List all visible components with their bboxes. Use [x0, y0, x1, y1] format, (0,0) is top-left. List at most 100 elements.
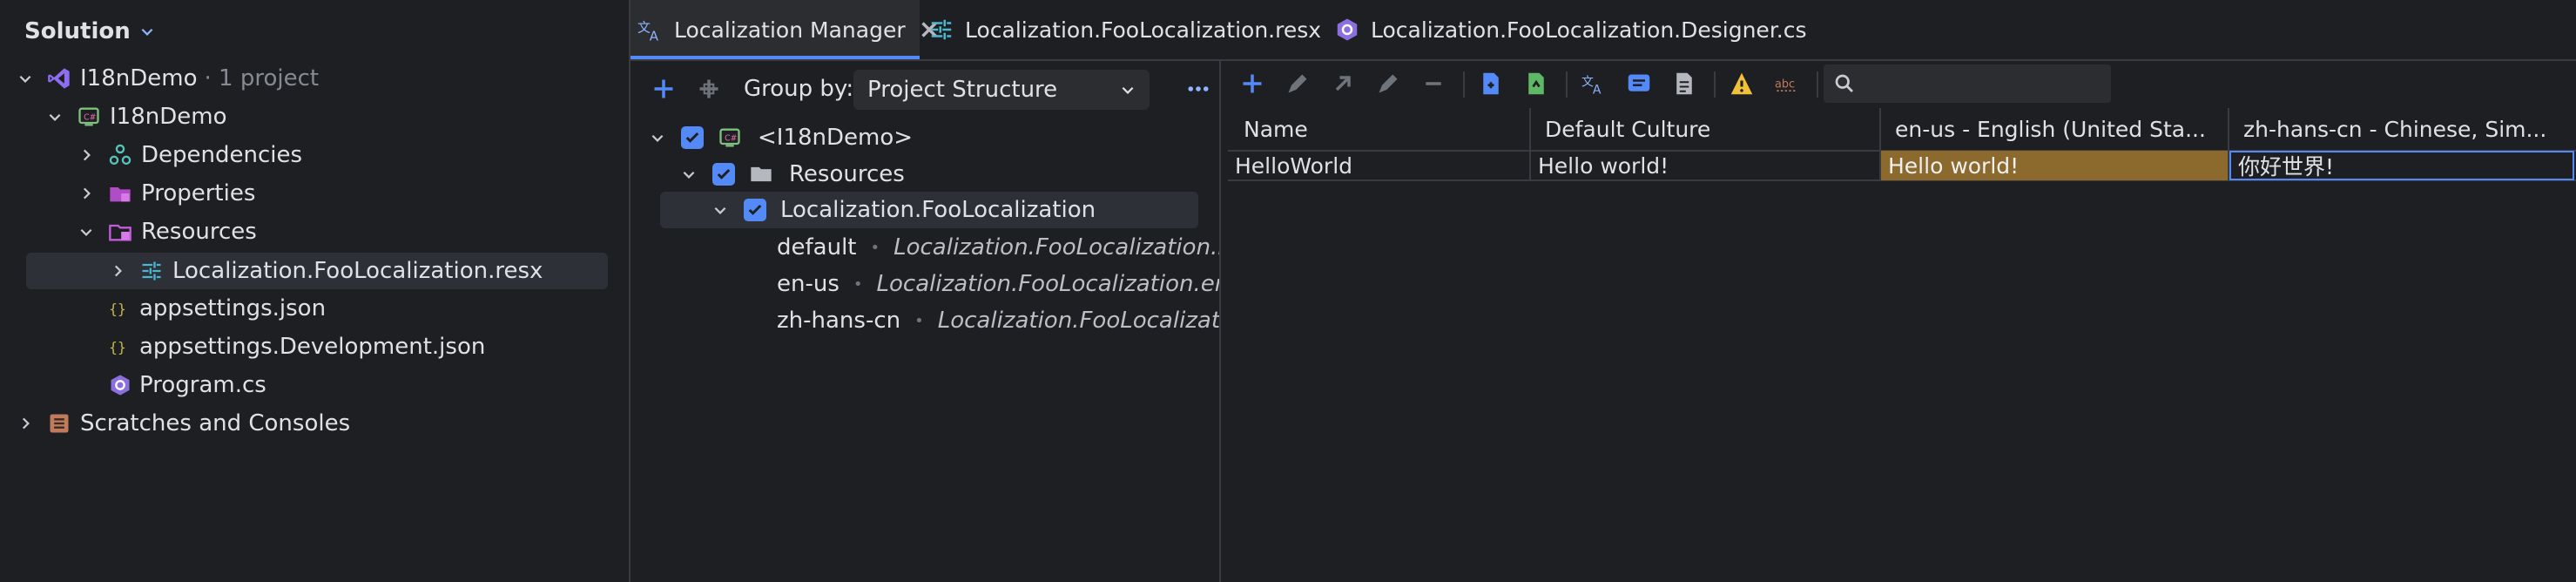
culture-item-zh-hans-cn[interactable]: zh-hans-cn • Localization.FooLocalizatio… — [777, 305, 1219, 336]
chevron-down-icon[interactable] — [12, 65, 38, 91]
json-file-icon: {} — [105, 293, 136, 324]
csharp-project-icon: C# — [714, 122, 745, 153]
project-count-label: · 1 project — [204, 65, 320, 91]
document-icon[interactable] — [1667, 66, 1702, 101]
tree-item-resources[interactable]: Resources — [73, 216, 257, 247]
chevron-right-icon[interactable] — [73, 142, 99, 168]
tree-item-appsettings[interactable]: {} appsettings.json — [105, 293, 326, 324]
chevron-down-icon[interactable] — [644, 125, 671, 151]
svg-text:A: A — [650, 29, 659, 44]
tree-item-solution-root[interactable]: I18nDemo · 1 project — [12, 63, 319, 94]
resource-node-resources-folder[interactable]: Resources — [676, 159, 905, 190]
resource-node-label: Localization.FooLocalization — [780, 197, 1096, 223]
solution-header[interactable]: Solution — [24, 16, 155, 47]
group-by-value: Project Structure — [867, 77, 1058, 103]
culture-item-default[interactable]: default • Localization.FooLocalization.r… — [777, 232, 1219, 263]
spellcheck-icon[interactable]: abc — [1770, 66, 1804, 101]
checkbox[interactable] — [712, 163, 735, 186]
search-field[interactable] — [1824, 64, 2111, 103]
translate-icon[interactable]: 文A — [1576, 66, 1611, 101]
checkbox[interactable] — [744, 199, 766, 221]
more-options-icon[interactable] — [1181, 71, 1216, 106]
chevron-down-icon[interactable] — [707, 197, 733, 223]
resource-node-foolocalization[interactable]: Localization.FooLocalization — [707, 194, 1096, 226]
resource-node-project[interactable]: C# <I18nDemo> — [644, 122, 913, 153]
checkbox[interactable] — [681, 126, 704, 149]
resx-file-icon — [136, 255, 167, 287]
cell-key-name[interactable]: HelloWorld — [1228, 151, 1529, 180]
chevron-down-icon[interactable] — [73, 219, 99, 245]
tree-item-properties[interactable]: Properties — [73, 178, 255, 209]
svg-text:C#: C# — [84, 113, 97, 123]
warning-icon[interactable] — [1724, 66, 1759, 101]
column-header-zh-hans-cn[interactable]: zh-hans-cn - Chinese, Sim... — [2228, 108, 2576, 150]
csharp-project-icon: C# — [73, 101, 105, 132]
cell-zh-hans-cn-value[interactable]: 你好世界! — [2229, 151, 2574, 180]
tree-item-label: Resources — [141, 219, 257, 245]
chevron-right-icon[interactable] — [105, 258, 131, 284]
chevron-down-icon[interactable] — [42, 104, 68, 130]
culture-name: en-us — [777, 271, 840, 297]
tab-localization-manager[interactable]: 文A Localization Manager — [637, 0, 942, 59]
chevron-down-icon[interactable] — [676, 161, 702, 187]
csharp-file-icon — [1337, 18, 1358, 41]
dependencies-icon — [105, 139, 136, 171]
chevron-right-icon[interactable] — [12, 410, 38, 436]
translate-icon: 文A — [637, 20, 659, 44]
add-culture-icon[interactable] — [1473, 66, 1508, 101]
bullet-separator: • — [853, 274, 863, 294]
tree-item-resx-file[interactable]: Localization.FooLocalization.resx — [105, 255, 543, 287]
cell-en-us-value[interactable]: Hello world! — [1881, 151, 2228, 180]
bullet-separator: • — [870, 238, 880, 257]
tree-item-label: appsettings.json — [139, 295, 327, 321]
remove-button[interactable] — [1416, 66, 1451, 101]
chevron-down-icon[interactable] — [139, 24, 155, 39]
svg-text:A: A — [1593, 84, 1602, 96]
column-header-en-us[interactable]: en-us - English (United Sta... — [1879, 108, 2228, 150]
edit-key-button[interactable] — [1280, 66, 1315, 101]
culture-item-en-us[interactable]: en-us • Localization.FooLocalization.en-… — [777, 268, 1219, 300]
resource-node-label: <I18nDemo> — [758, 125, 914, 151]
tree-item-dependencies[interactable]: Dependencies — [73, 139, 302, 171]
column-header-default-culture[interactable]: Default Culture — [1529, 108, 1879, 150]
toolbar-separator — [1463, 71, 1465, 98]
tab-resx-file[interactable]: Localization.FooLocalization.resx — [928, 0, 1321, 59]
goto-icon[interactable] — [1325, 66, 1360, 101]
csharp-file-icon — [105, 369, 136, 401]
search-input[interactable] — [1864, 71, 2094, 97]
add-button[interactable] — [646, 71, 681, 106]
chevron-right-icon[interactable] — [73, 180, 99, 206]
resx-file-icon — [931, 19, 952, 40]
svg-text:{}: {} — [109, 301, 126, 317]
culture-file: Localization.FooLocalization.zh-hans-cn.… — [937, 308, 1219, 334]
tab-label: Localization.FooLocalization.Designer.cs — [1371, 17, 1807, 43]
svg-text:文: 文 — [637, 20, 651, 36]
group-by-select[interactable]: Project Structure — [853, 70, 1150, 110]
folder-icon — [745, 159, 777, 190]
add-to-group-button[interactable] — [691, 71, 726, 106]
tree-item-label: Dependencies — [141, 142, 303, 168]
chevron-down-icon — [1120, 82, 1136, 98]
tree-item-label: I18nDemo — [80, 65, 198, 91]
tree-item-label: Scratches and Consoles — [80, 410, 351, 436]
culture-name: default — [777, 234, 857, 261]
export-culture-icon[interactable] — [1519, 66, 1554, 101]
json-file-icon: {} — [105, 331, 136, 362]
rename-button[interactable] — [1371, 66, 1406, 101]
tree-item-label: I18nDemo — [110, 104, 227, 130]
toolbar-separator — [1817, 71, 1818, 98]
bullet-separator: • — [914, 311, 924, 330]
tree-item-program-cs[interactable]: Program.cs — [105, 369, 266, 401]
resources-folder-icon — [105, 216, 136, 247]
toolbar-separator — [1714, 71, 1716, 98]
comment-icon[interactable] — [1622, 66, 1656, 101]
cell-default-value[interactable]: Hello world! — [1531, 151, 1879, 180]
tree-item-appsettings-development[interactable]: {} appsettings.Development.json — [105, 331, 485, 362]
tree-item-label: appsettings.Development.json — [139, 334, 486, 360]
column-header-name[interactable]: Name — [1228, 108, 1538, 150]
tree-item-project[interactable]: C# I18nDemo — [42, 101, 226, 132]
tree-item-scratches[interactable]: Scratches and Consoles — [12, 408, 350, 439]
culture-name: zh-hans-cn — [777, 308, 901, 334]
add-key-button[interactable] — [1235, 66, 1270, 101]
tab-designer-cs[interactable]: Localization.FooLocalization.Designer.cs — [1334, 0, 1807, 59]
